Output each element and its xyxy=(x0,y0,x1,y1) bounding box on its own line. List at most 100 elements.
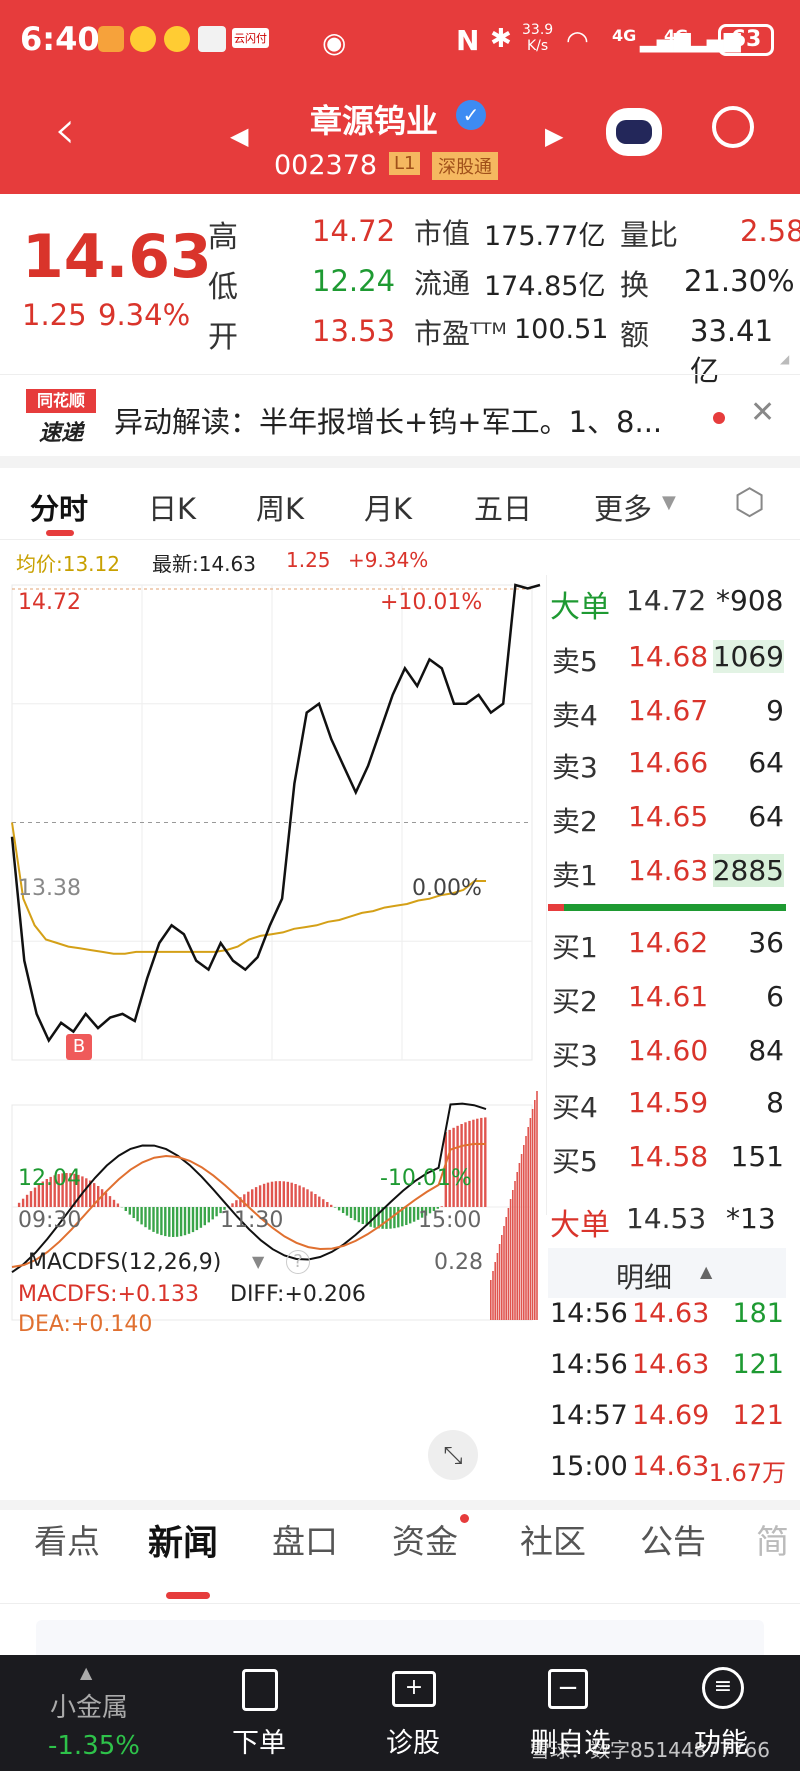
search-icon[interactable] xyxy=(712,106,754,148)
open-value: 13.53 xyxy=(312,314,396,348)
tab-handicap[interactable]: 盘口 xyxy=(272,1515,338,1563)
stock-header: ‹ ◀ 章源钨业 ✓ 002378 L1 深股通 ▶ xyxy=(0,86,800,194)
macd-bar xyxy=(476,1118,479,1207)
tonghuashun-logo: 同花顺 速递 xyxy=(26,389,96,446)
macd-bar xyxy=(29,1191,33,1207)
tab-announcements[interactable]: 公告 xyxy=(640,1515,706,1563)
macd-bar xyxy=(21,1198,25,1207)
stock-code: 002378 xyxy=(274,150,378,181)
fullscreen-icon[interactable]: ⤡ xyxy=(428,1430,478,1480)
latest-price-label: 最新:14.63 xyxy=(152,552,256,576)
macd-bar xyxy=(326,1202,329,1207)
tab-indicator xyxy=(46,530,74,536)
ticks-header[interactable]: 明细 ▲ xyxy=(548,1248,786,1298)
prev-stock-arrow-icon[interactable]: ◀ xyxy=(230,122,248,150)
bid-row-1[interactable]: 买1 14.62 36 xyxy=(548,922,788,968)
macd-bar xyxy=(353,1207,357,1221)
tab-intraday[interactable]: 分时 xyxy=(30,486,88,528)
macd-bar xyxy=(132,1207,135,1218)
macd-bar xyxy=(397,1207,400,1228)
bid-row-5[interactable]: 买5 14.58 151 xyxy=(548,1136,788,1182)
macd-bar xyxy=(262,1183,266,1207)
macd-bar xyxy=(298,1185,301,1207)
macd-title[interactable]: MACDFS(12,26,9) xyxy=(28,1250,221,1275)
volume-bar xyxy=(494,1262,496,1320)
bid-row-2[interactable]: 买2 14.61 6 xyxy=(548,976,788,1022)
capital-dot xyxy=(460,1514,469,1523)
ask-row-3[interactable]: 卖3 14.66 64 xyxy=(548,742,788,788)
next-stock-arrow-icon[interactable]: ▶ xyxy=(545,122,563,150)
tab-brief[interactable]: 简 xyxy=(756,1515,789,1563)
volume-bar xyxy=(512,1190,514,1320)
macd-bar xyxy=(464,1122,467,1207)
x-label-open: 09:30 xyxy=(18,1208,82,1233)
chevron-down-icon: ▼ xyxy=(662,492,676,513)
unread-dot xyxy=(713,412,725,424)
tab-daily-k[interactable]: 日K xyxy=(148,486,196,528)
low-label: 低 xyxy=(208,270,238,305)
news-banner[interactable]: 同花顺 速递 异动解读：半年报增长+钨+军工。1、8... ✕ xyxy=(0,374,800,456)
ask-row-5[interactable]: 卖5 14.68 1069 xyxy=(548,636,788,682)
tab-monthly-k[interactable]: 月K xyxy=(364,486,412,528)
battery-indicator: 63 xyxy=(718,24,774,56)
back-button[interactable]: ‹ xyxy=(54,98,76,161)
big-order-label: 大单 xyxy=(550,590,610,625)
help-icon[interactable]: ? xyxy=(286,1250,310,1274)
bid-row-4[interactable]: 买4 14.59 8 xyxy=(548,1082,788,1128)
price-change-pct: 9.34% xyxy=(98,298,191,332)
expand-quote-icon[interactable]: ◢ xyxy=(780,352,789,366)
chevron-up-icon: ▲ xyxy=(80,1663,93,1682)
ask-row-1[interactable]: 卖1 14.63 2885 xyxy=(548,850,788,896)
wifi-icon: ◠ xyxy=(566,26,589,56)
order-button[interactable]: 下单 xyxy=(210,1655,310,1771)
macd-bar xyxy=(207,1207,210,1223)
x-label-close: 15:00 xyxy=(418,1208,482,1233)
macd-dropdown-icon[interactable]: ▼ xyxy=(252,1252,264,1271)
unionpay-icon: 云闪付 xyxy=(232,28,269,48)
float-value: 174.85亿 xyxy=(484,271,606,302)
macd-bar xyxy=(168,1207,171,1237)
macd-max: 0.28 xyxy=(434,1250,483,1275)
sector-button[interactable]: ▲ 小金属 -1.35% xyxy=(0,1655,180,1771)
high-label: 高 xyxy=(208,220,238,255)
macd-bar xyxy=(369,1207,372,1227)
settings-hexagon-icon[interactable]: ⬡ xyxy=(734,482,765,523)
tab-news[interactable]: 新闻 xyxy=(148,1515,218,1566)
close-icon[interactable]: ✕ xyxy=(750,395,775,430)
macd-bar xyxy=(337,1207,341,1211)
tab-capital[interactable]: 资金 xyxy=(392,1515,458,1563)
robot-assistant-icon[interactable] xyxy=(606,108,662,156)
macd-bar xyxy=(136,1207,139,1222)
macd-bar xyxy=(160,1207,163,1236)
tab-highlights[interactable]: 看点 xyxy=(34,1515,100,1563)
mcap-value: 175.77亿 xyxy=(484,221,606,252)
y-label-mid-pct: 0.00% xyxy=(412,876,482,901)
buy-marker-b[interactable]: B xyxy=(66,1034,92,1060)
tab-more[interactable]: 更多 xyxy=(594,486,652,528)
bid-row-3[interactable]: 买3 14.60 84 xyxy=(548,1030,788,1076)
macd-bar xyxy=(124,1207,127,1211)
huawei-icon xyxy=(198,26,226,52)
tab-weekly-k[interactable]: 周K xyxy=(256,486,304,528)
verified-icon: ✓ xyxy=(456,100,486,130)
macd-bar xyxy=(144,1207,147,1228)
tab-five-day[interactable]: 五日 xyxy=(474,486,532,528)
eye-icon: ◉ xyxy=(322,26,347,59)
ask-row-4[interactable]: 卖4 14.67 9 xyxy=(548,690,788,736)
macd-bar xyxy=(191,1207,195,1233)
bluetooth-icon: ✱ xyxy=(490,24,512,54)
ask-row-2[interactable]: 卖2 14.65 64 xyxy=(548,796,788,842)
macd-bar xyxy=(140,1207,143,1225)
price-line xyxy=(10,583,541,1044)
big-order-2-price: 14.53 xyxy=(626,1202,707,1235)
macd-bar xyxy=(164,1207,167,1237)
stock-name: 章源钨业 xyxy=(310,102,439,140)
chart-tabs: 分时 日K 周K 月K 五日 更多 ▼ ⬡ xyxy=(0,468,800,540)
chart-info: 均价:13.12 最新:14.63 1.25 +9.34% xyxy=(0,545,800,576)
tab-community[interactable]: 社区 xyxy=(520,1515,586,1563)
macd-bar xyxy=(97,1186,100,1207)
mcap-label: 市值 xyxy=(414,217,471,250)
net-speed: 33.9 K/s xyxy=(522,22,554,54)
signal-1: 4G xyxy=(612,26,637,45)
diagnose-button[interactable]: + 诊股 xyxy=(364,1655,464,1771)
